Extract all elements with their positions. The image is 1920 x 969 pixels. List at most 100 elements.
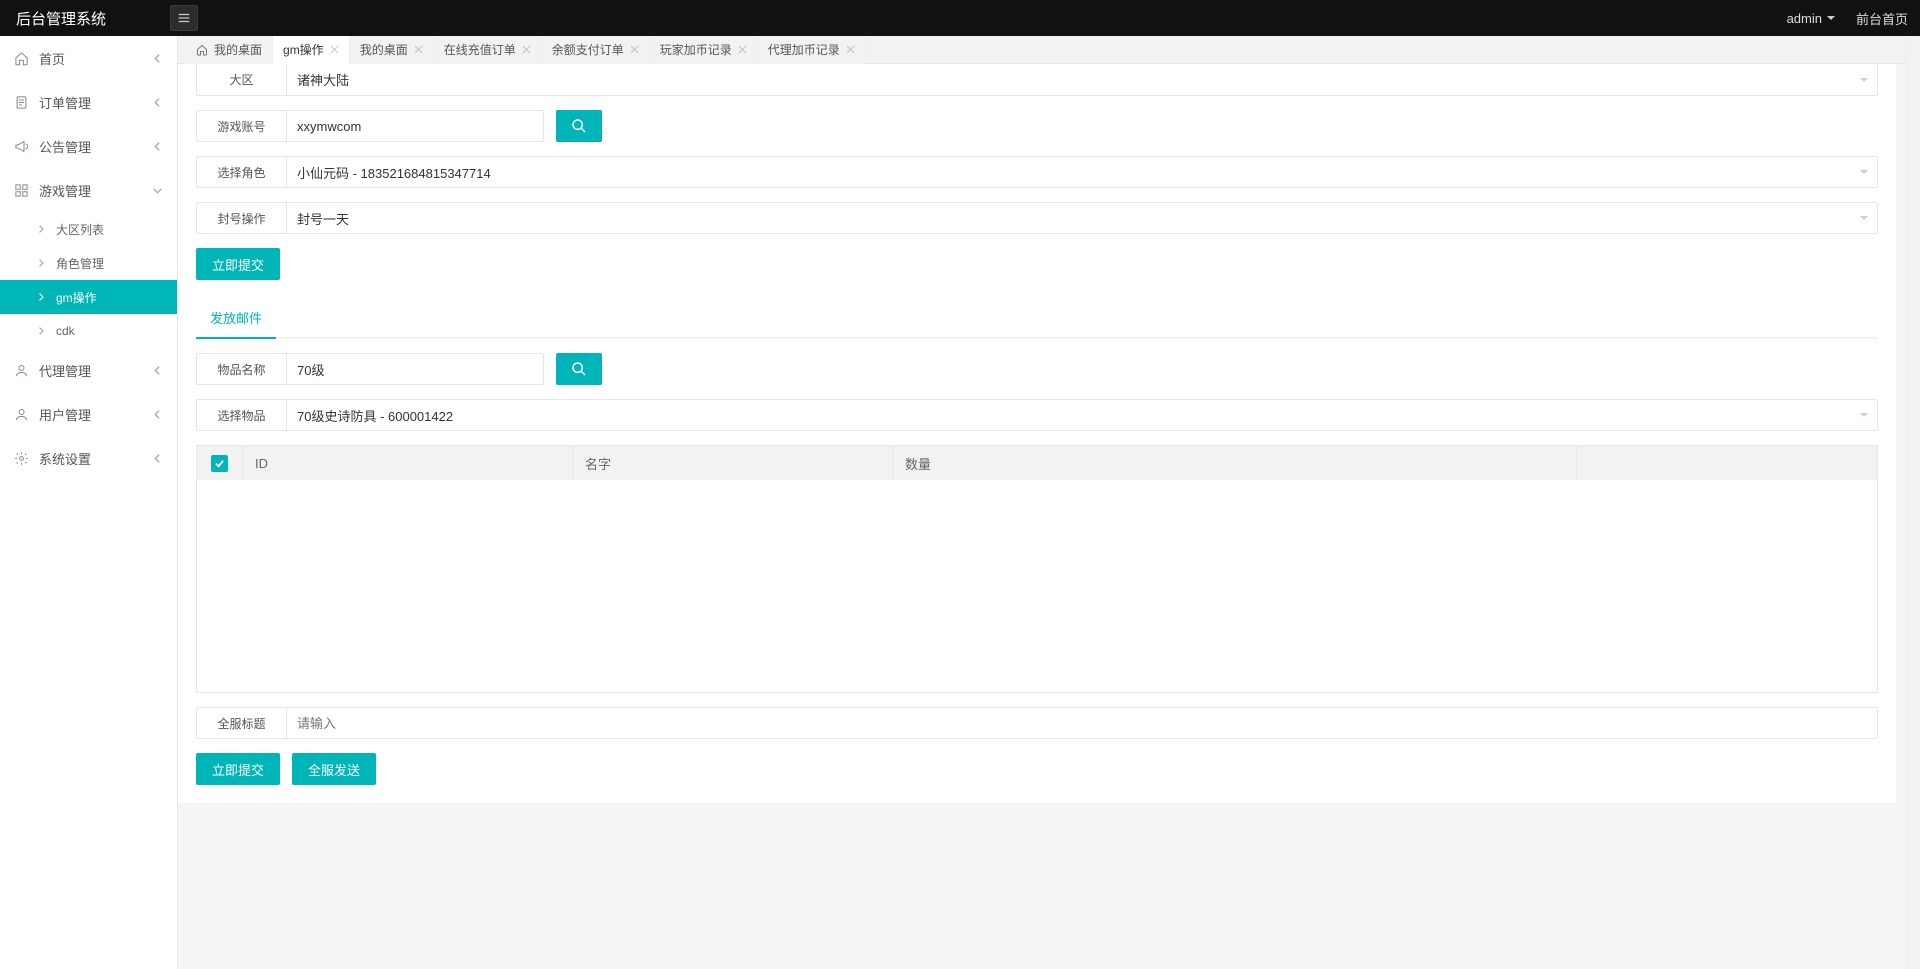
- tab-recharge-orders[interactable]: 在线充值订单: [434, 36, 542, 64]
- megaphone-icon: [14, 139, 29, 154]
- search-icon: [571, 118, 587, 134]
- table-header: ID 名字 数量: [197, 446, 1877, 480]
- tab-desktop-home[interactable]: 我的桌面: [186, 36, 273, 64]
- item-select-value: 70级史诗防具 - 600001422: [297, 406, 453, 425]
- username: admin: [1787, 11, 1822, 26]
- menu-icon: [177, 11, 191, 25]
- chevron-left-icon: [152, 97, 163, 108]
- chevron-left-icon: [152, 141, 163, 152]
- tab-balance-orders[interactable]: 余额支付订单: [542, 36, 650, 64]
- chevron-right-icon: [36, 258, 46, 268]
- global-title-label: 全服标题: [196, 707, 286, 739]
- chevron-down-icon: [1859, 167, 1869, 177]
- grid-icon: [14, 183, 29, 198]
- chevron-right-icon: [36, 326, 46, 336]
- th-checkbox: [197, 446, 243, 480]
- menu-game[interactable]: 游戏管理: [0, 168, 177, 212]
- menu-agent[interactable]: 代理管理: [0, 348, 177, 392]
- region-value: 诸神大陆: [297, 70, 349, 89]
- app-title: 后台管理系统: [12, 8, 106, 29]
- th-id: ID: [243, 446, 573, 480]
- menu-user[interactable]: 用户管理: [0, 392, 177, 436]
- items-table: ID 名字 数量: [196, 445, 1878, 693]
- front-site-link[interactable]: 前台首页: [1856, 9, 1908, 28]
- content-scroll[interactable]: 大区 诸神大陆 游戏账号: [178, 64, 1906, 969]
- document-icon: [14, 95, 29, 110]
- role-value: 小仙元码 - 183521684815347714: [297, 163, 491, 182]
- menu-announcements[interactable]: 公告管理: [0, 124, 177, 168]
- user-icon: [14, 407, 29, 422]
- tab-agent-coins[interactable]: 代理加币记录: [758, 36, 866, 64]
- tab-gm-ops[interactable]: gm操作: [273, 36, 350, 64]
- user-menu[interactable]: admin: [1787, 11, 1836, 26]
- submenu-cdk[interactable]: cdk: [0, 314, 177, 348]
- ban-value: 封号一天: [297, 209, 349, 228]
- search-icon: [571, 361, 587, 377]
- chevron-right-icon: [36, 224, 46, 234]
- region-select[interactable]: 诸神大陆: [286, 64, 1878, 96]
- th-actions: [1577, 446, 1877, 480]
- chevron-down-icon: [152, 185, 163, 196]
- gear-icon: [14, 451, 29, 466]
- dropdown-icon: [1826, 13, 1836, 23]
- game-submenu: 大区列表 角色管理 gm操作 cdk: [0, 212, 177, 348]
- submenu-gm-ops[interactable]: gm操作: [0, 280, 177, 314]
- inner-tabs: 发放邮件: [196, 298, 1878, 339]
- close-icon[interactable]: [630, 45, 639, 54]
- main-area: 我的桌面 gm操作 我的桌面 在线充值订单 余额支付订单 玩家加币记录: [178, 36, 1906, 969]
- right-scrollbar-rail[interactable]: [1906, 36, 1920, 969]
- item-select-label: 选择物品: [196, 399, 286, 431]
- search-account-button[interactable]: [556, 110, 602, 142]
- tab-send-mail[interactable]: 发放邮件: [196, 298, 276, 339]
- global-send-button[interactable]: 全服发送: [292, 753, 376, 785]
- check-icon: [214, 458, 225, 469]
- submit-ban-button[interactable]: 立即提交: [196, 248, 280, 280]
- item-name-input[interactable]: [297, 362, 533, 377]
- close-icon[interactable]: [414, 45, 423, 54]
- submenu-region-list[interactable]: 大区列表: [0, 212, 177, 246]
- submenu-role-manage[interactable]: 角色管理: [0, 246, 177, 280]
- item-select[interactable]: 70级史诗防具 - 600001422: [286, 399, 1878, 431]
- gm-form: 大区 诸神大陆 游戏账号: [178, 64, 1896, 803]
- th-name: 名字: [573, 446, 893, 480]
- top-header: 后台管理系统 admin 前台首页: [0, 0, 1920, 36]
- chevron-down-icon: [1859, 213, 1869, 223]
- ban-select[interactable]: 封号一天: [286, 202, 1878, 234]
- search-item-button[interactable]: [556, 353, 602, 385]
- menu-home[interactable]: 首页: [0, 36, 177, 80]
- chevron-left-icon: [152, 453, 163, 464]
- close-icon[interactable]: [846, 45, 855, 54]
- ban-label: 封号操作: [196, 202, 286, 234]
- table-body-empty: [197, 480, 1877, 692]
- region-label: 大区: [196, 64, 286, 96]
- tab-player-coins[interactable]: 玩家加币记录: [650, 36, 758, 64]
- item-name-label: 物品名称: [196, 353, 286, 385]
- chevron-down-icon: [1859, 410, 1869, 420]
- global-title-input-wrap: [286, 707, 1878, 739]
- home-icon: [196, 44, 208, 56]
- chevron-left-icon: [152, 409, 163, 420]
- tab-strip: 我的桌面 gm操作 我的桌面 在线充值订单 余额支付订单 玩家加币记录: [178, 36, 1906, 64]
- sidebar: 首页 订单管理 公告管理 游戏管理: [0, 36, 178, 969]
- menu-settings[interactable]: 系统设置: [0, 436, 177, 480]
- close-icon[interactable]: [330, 45, 339, 54]
- select-all-checkbox[interactable]: [211, 455, 228, 472]
- toggle-sidebar-button[interactable]: [170, 5, 198, 31]
- menu-orders[interactable]: 订单管理: [0, 80, 177, 124]
- account-input[interactable]: [297, 119, 533, 134]
- close-icon[interactable]: [522, 45, 531, 54]
- account-input-wrap: [286, 110, 544, 142]
- item-name-input-wrap: [286, 353, 544, 385]
- role-label: 选择角色: [196, 156, 286, 188]
- home-icon: [14, 51, 29, 66]
- close-icon[interactable]: [738, 45, 747, 54]
- th-qty: 数量: [893, 446, 1577, 480]
- tab-desktop-2[interactable]: 我的桌面: [350, 36, 434, 64]
- chevron-left-icon: [152, 53, 163, 64]
- account-label: 游戏账号: [196, 110, 286, 142]
- chevron-left-icon: [152, 365, 163, 376]
- chevron-down-icon: [1859, 75, 1869, 85]
- global-title-input[interactable]: [297, 716, 1867, 731]
- role-select[interactable]: 小仙元码 - 183521684815347714: [286, 156, 1878, 188]
- submit-mail-button[interactable]: 立即提交: [196, 753, 280, 785]
